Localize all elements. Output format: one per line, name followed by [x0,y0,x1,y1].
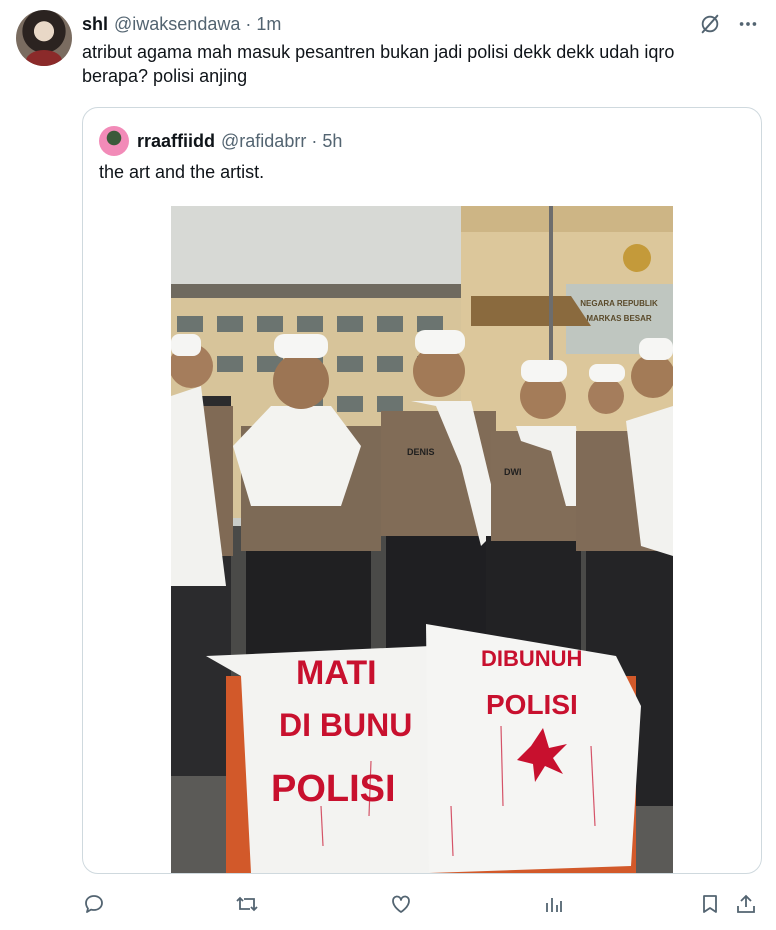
author-handle[interactable]: @iwaksendawa [114,14,240,35]
views-icon[interactable] [542,890,566,918]
banner-left-line3: POLISI [271,768,396,810]
like-icon[interactable] [389,890,413,918]
author-display-name[interactable]: shl [82,14,108,35]
quoted-header: rraaffiidd @rafidabrr · 5h [99,126,342,156]
name-tag-denis: DENIS [407,447,435,457]
photo-scene: NEGARA REPUBLIK MARKAS BESAR DENIS DWI M… [171,206,673,873]
quoted-text: the art and the artist. [99,162,265,182]
building-sign-top: NEGARA REPUBLIK [580,299,658,308]
share-icon[interactable] [734,890,758,918]
tweet-actions [82,890,762,918]
quoted-author-avatar [99,126,129,156]
tweet-timestamp[interactable]: 1m [256,14,281,35]
more-options-icon[interactable] [736,12,760,36]
reply-icon[interactable] [82,890,106,918]
bookmark-icon[interactable] [698,890,722,918]
banner-right-line1: DIBUNUH [481,646,582,671]
banner-right-line2: POLISI [486,689,578,720]
quoted-tweet[interactable]: rraaffiidd @rafidabrr · 5h the art and t… [82,107,762,874]
quoted-display-name: rraaffiidd [137,130,216,151]
repost-icon[interactable] [234,890,260,918]
author-avatar[interactable] [16,10,72,66]
banner-left-line2: DI BUNU [279,707,412,743]
banner-left-line1: MATI [296,654,377,692]
quoted-timestamp: 5h [322,130,343,151]
quoted-photo[interactable]: NEGARA REPUBLIK MARKAS BESAR DENIS DWI M… [171,206,673,873]
tweet-text: atribut agama mah masuk pesantren bukan … [82,42,675,86]
grok-icon[interactable] [698,12,722,36]
separator-dot: · [245,13,252,34]
building-sign: MARKAS BESAR [586,314,652,323]
quoted-handle: @rafidabrr [221,130,307,151]
tweet-header: shl @iwaksendawa · 1m [82,12,760,36]
name-tag-dwi: DWI [504,467,522,477]
separator-dot: · [311,130,318,151]
